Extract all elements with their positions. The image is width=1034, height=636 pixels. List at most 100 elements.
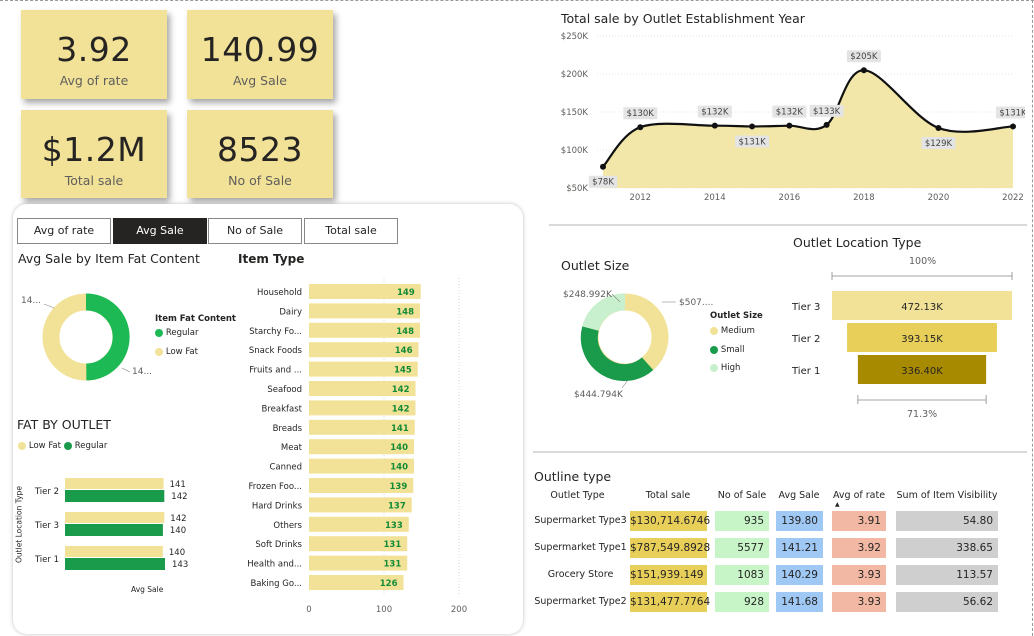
th-total-sale[interactable]: Total sale: [628, 490, 708, 501]
x-tick-label: 100: [376, 605, 392, 615]
y-tick-label: $250K: [561, 32, 589, 42]
bar-value-label: 140: [390, 443, 408, 453]
table-cell: 139.80: [776, 511, 823, 531]
legend-dot-icon: [63, 442, 72, 450]
kpi-no-of-sale: 8523 No of Sale: [187, 110, 333, 198]
category-label: Dairy: [279, 307, 302, 317]
bar-value-label: 142: [392, 404, 410, 414]
data-label: $133K: [813, 107, 841, 117]
y-tick-label: $200K: [561, 70, 589, 80]
category-label: Fruits and ...: [249, 366, 302, 376]
table-cell: 338.65: [896, 538, 998, 558]
funnel-category-label: Tier 1: [791, 366, 820, 377]
fat-donut-slice-regular: [85, 293, 130, 381]
fat-by-outlet-title: FAT BY OUTLET: [17, 417, 111, 432]
funnel-value-label: 472.13K: [901, 302, 943, 313]
data-point: [823, 121, 830, 128]
item-type-chart: Household 149 Dairy 148 Starchy Fo... 148 Snac…: [247, 278, 467, 615]
x-tick-label: 2018: [853, 193, 875, 203]
y-tick-label: $100K: [561, 146, 589, 156]
th-outlet-type[interactable]: Outlet Type: [530, 490, 625, 501]
table-cell: 56.62: [896, 592, 998, 612]
fat-donut-chart: [42, 293, 131, 381]
fat-outlet-x-axis-label: Avg Sale: [131, 585, 164, 594]
fat-outlet-legend: Low Fat Regular: [18, 441, 107, 452]
sort-desc-icon: ▲: [835, 501, 840, 508]
x-tick-label: 200: [451, 605, 467, 615]
kpi-value: $1.2M: [41, 130, 147, 169]
table-cell: $130,714.6746: [630, 511, 710, 531]
funnel-top-pct: 100%: [909, 256, 937, 267]
bar-value-label: 137: [388, 501, 406, 511]
table-cell: $151,939.149: [630, 565, 707, 585]
th-item-visibility[interactable]: Sum of Item Visibility: [895, 490, 999, 501]
slicer-total-sale[interactable]: Total sale: [304, 218, 398, 244]
category-label: Frozen Foo...: [248, 482, 302, 492]
bar-value-label: 141: [391, 424, 409, 434]
bar-lowfat: [65, 512, 165, 523]
th-avg-rate[interactable]: Avg of rate: [831, 490, 887, 501]
table-cell: 54.80: [896, 511, 998, 531]
kpi-label: Avg Sale: [233, 73, 287, 88]
legend-label: High: [720, 363, 741, 373]
data-point: [749, 123, 756, 130]
kpi-avg-rate: 3.92 Avg of rate: [21, 10, 167, 99]
x-tick-label: 2020: [928, 193, 950, 203]
size-label-medium: $507....: [679, 298, 714, 308]
data-point: [1010, 123, 1016, 130]
bar-value-label: 145: [394, 366, 412, 376]
table-cell: 935: [715, 511, 769, 531]
data-point: [711, 122, 718, 129]
table-cell: $787,549.8928: [630, 538, 710, 558]
th-no-of-sale[interactable]: No of Sale: [713, 490, 771, 501]
kpi-value: 8523: [217, 130, 303, 169]
data-label: $129K: [925, 139, 953, 149]
table-cell: 928: [715, 592, 769, 612]
data-point: [600, 163, 606, 170]
table-cell: 141.68: [776, 592, 823, 612]
size-label-small: $444.794K: [574, 390, 623, 400]
table-cell: 3.91: [832, 511, 886, 531]
year-chart-title: Total sale by Outlet Establishment Year: [561, 11, 805, 26]
kpi-avg-sale: 140.99 Avg Sale: [187, 10, 333, 99]
kpi-label: Avg of rate: [59, 73, 129, 88]
slicer-avg-sale[interactable]: Avg Sale: [113, 218, 207, 244]
table-cell: 140.29: [776, 565, 823, 585]
size-label-high: $248.992K: [563, 290, 612, 300]
category-label: Others: [273, 521, 302, 531]
fat-legend-lowfat: Low Fat: [155, 347, 198, 358]
category-label: Meat: [281, 443, 303, 453]
kpi-value: 140.99: [200, 30, 320, 69]
bar-lowfat: [65, 546, 163, 557]
bar-lowfat: [65, 478, 164, 489]
category-label: Tier 3: [34, 521, 59, 531]
data-point: [637, 124, 644, 131]
data-label: $205K: [850, 52, 878, 62]
x-tick-label: 2012: [629, 193, 651, 203]
x-tick-label: 2014: [704, 193, 726, 203]
size-slice-high: [582, 293, 626, 332]
size-legend-title: Outlet Size: [710, 311, 763, 321]
slicer-no-of-sale[interactable]: No of Sale: [208, 218, 302, 244]
table-cell: $131,477.7764: [630, 592, 710, 612]
category-label: Tier 2: [34, 487, 59, 497]
x-tick-label: 2016: [779, 193, 801, 203]
bar-value-label: 133: [385, 521, 403, 531]
kpi-label: No of Sale: [228, 173, 292, 188]
legend-dot-icon: [710, 327, 718, 335]
size-legend-small: Small: [710, 345, 744, 356]
slicer-avg-of-rate[interactable]: Avg of rate: [17, 218, 111, 244]
table-cell: 1083: [715, 565, 769, 585]
data-point: [786, 122, 793, 129]
top-border: [0, 0, 1034, 1]
fat-by-outlet-chart: Tier 2 141 142 Tier 3 142 140 Tier 1 140 143: [34, 478, 188, 570]
th-avg-sale[interactable]: Avg Sale: [774, 490, 824, 501]
legend-label: Medium: [720, 326, 755, 336]
table-cell: 113.57: [896, 565, 998, 585]
kpi-label: Total sale: [64, 173, 124, 188]
table-cell: 3.92: [832, 538, 886, 558]
size-legend-high: High: [710, 363, 740, 374]
fat-donut-title: Avg Sale by Item Fat Content: [18, 251, 200, 266]
legend-label: Low Fat: [165, 347, 198, 357]
funnel-value-label: 336.40K: [901, 366, 943, 377]
